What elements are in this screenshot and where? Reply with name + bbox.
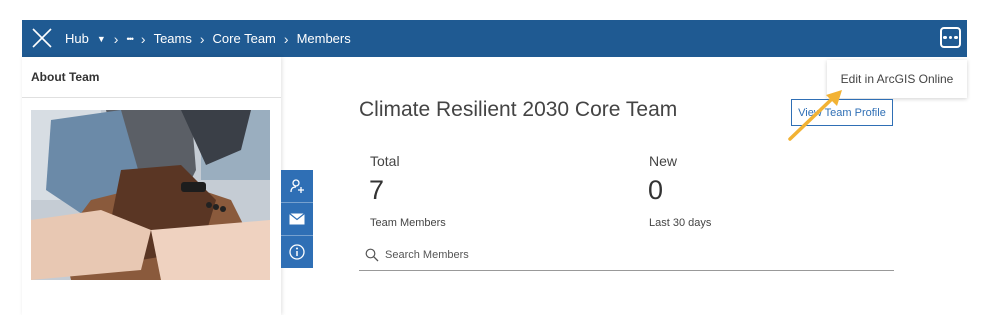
page-title: Climate Resilient 2030 Core Team bbox=[359, 98, 678, 121]
side-toolbar bbox=[281, 170, 313, 268]
menu-item-edit-in-arcgis-online[interactable]: Edit in ArcGIS Online bbox=[841, 72, 954, 86]
info-icon bbox=[289, 244, 305, 260]
close-x-icon[interactable] bbox=[31, 27, 53, 49]
chevron-right-icon: › bbox=[113, 30, 119, 47]
chevron-right-icon: › bbox=[140, 30, 146, 47]
dot bbox=[943, 35, 947, 40]
dot bbox=[948, 35, 953, 40]
breadcrumb-core-team[interactable]: Core Team bbox=[213, 31, 276, 46]
stat-new-label: New bbox=[649, 153, 678, 169]
dot bbox=[954, 35, 958, 40]
chevron-right-icon: › bbox=[283, 30, 289, 47]
panel-title: About Team bbox=[22, 57, 281, 98]
annotation-arrow-icon bbox=[788, 90, 842, 141]
add-member-button[interactable] bbox=[281, 170, 313, 203]
stat-new-value: 0 bbox=[648, 175, 664, 205]
search-input[interactable]: Search Members bbox=[385, 249, 469, 261]
mail-icon bbox=[289, 213, 305, 225]
more-options-button[interactable] bbox=[940, 27, 961, 48]
stat-total-value: 7 bbox=[369, 175, 385, 205]
stat-total-label: Total bbox=[370, 153, 400, 169]
add-member-icon bbox=[290, 179, 304, 193]
info-button[interactable] bbox=[281, 236, 313, 268]
breadcrumb-ellipsis[interactable]: ••• bbox=[126, 34, 134, 44]
search-icon bbox=[365, 248, 379, 262]
breadcrumb-hub[interactable]: Hub bbox=[65, 31, 89, 46]
team-hands-photo bbox=[31, 110, 270, 280]
about-team-panel: About Team bbox=[22, 57, 281, 315]
chevron-right-icon: › bbox=[199, 30, 205, 47]
chevron-down-icon[interactable]: ▼ bbox=[97, 34, 106, 44]
team-photo bbox=[31, 110, 270, 280]
top-navigation-bar: Hub ▼ › ••• › Teams › Core Team › Member… bbox=[22, 20, 967, 57]
breadcrumb-teams[interactable]: Teams bbox=[154, 31, 192, 46]
breadcrumb: Hub ▼ › ••• › Teams › Core Team › Member… bbox=[65, 20, 351, 57]
search-members-field[interactable]: Search Members bbox=[359, 242, 894, 271]
email-button[interactable] bbox=[281, 203, 313, 236]
stat-total-sub: Team Members bbox=[370, 217, 446, 229]
breadcrumb-members[interactable]: Members bbox=[297, 31, 351, 46]
stat-new-sub: Last 30 days bbox=[649, 217, 712, 229]
